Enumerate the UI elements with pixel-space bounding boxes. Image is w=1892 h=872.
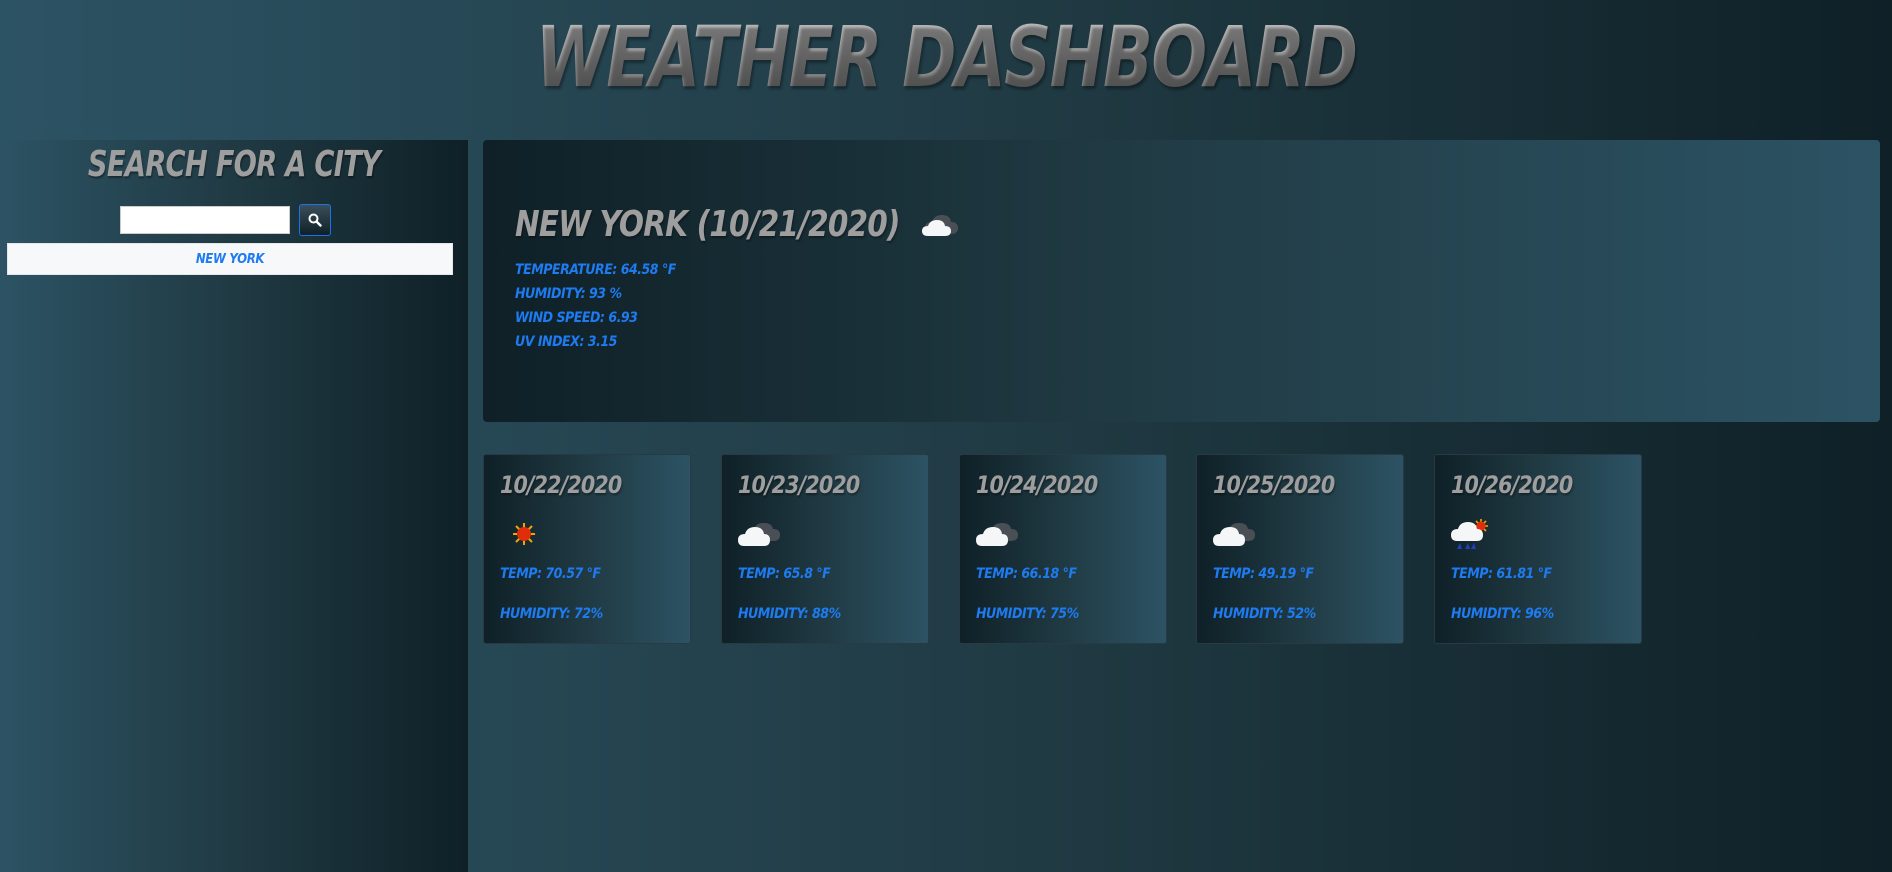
- cloud-icon: [976, 523, 1018, 546]
- current-humidity: Humidity: 93 %: [515, 286, 622, 302]
- current-city-name: New York: [515, 204, 688, 245]
- current-temperature: Temperature: 64.58 °F: [515, 262, 676, 278]
- current-wind-speed: Wind Speed: 6.93: [515, 310, 638, 326]
- forecast-card: 10/24/2020 Temp: 66.18 °F Humidity: 75%: [959, 454, 1167, 644]
- search-button[interactable]: [299, 204, 331, 236]
- forecast-humidity: Humidity: 88%: [738, 606, 841, 622]
- forecast-date: 10/25/2020: [1213, 471, 1335, 499]
- forecast-humidity: Humidity: 72%: [500, 606, 603, 622]
- city-search-input[interactable]: [120, 206, 290, 234]
- forecast-temp: Temp: 70.57 °F: [500, 566, 601, 582]
- sun-icon: [513, 523, 535, 545]
- current-weather-panel: New York (10/21/2020) Temperature: 64.58…: [483, 140, 1880, 422]
- cloud-icon: [738, 523, 780, 546]
- forecast-card: 10/22/2020 Temp: 70.57 °F Humidity: 72%: [483, 454, 691, 644]
- sidebar: Search for a city New York: [0, 140, 468, 872]
- forecast-humidity: Humidity: 52%: [1213, 606, 1316, 622]
- forecast-temp: Temp: 65.8 °F: [738, 566, 831, 582]
- forecast-humidity: Humidity: 75%: [976, 606, 1079, 622]
- page-title: Weather Dashboard: [208, 8, 1684, 106]
- forecast-temp: Temp: 49.19 °F: [1213, 566, 1314, 582]
- search-icon: [308, 213, 322, 227]
- history-item-new-york[interactable]: New York: [7, 243, 453, 275]
- cloud-icon: [922, 214, 959, 236]
- current-uv-index: UV Index: 3.15: [515, 334, 617, 350]
- forecast-date: 10/26/2020: [1451, 471, 1573, 499]
- forecast-date: 10/22/2020: [500, 471, 622, 499]
- forecast-date: 10/24/2020: [976, 471, 1098, 499]
- forecast-temp: Temp: 66.18 °F: [976, 566, 1077, 582]
- forecast-date: 10/23/2020: [738, 471, 860, 499]
- current-city-title: New York (10/21/2020): [515, 204, 900, 245]
- current-date: (10/21/2020): [696, 204, 901, 245]
- forecast-humidity: Humidity: 96%: [1451, 606, 1554, 622]
- forecast-card: 10/26/2020 Temp: 61.81 °F Humidity: 96%: [1434, 454, 1642, 644]
- rain-sun-icon: [1451, 519, 1488, 549]
- cloud-icon: [1213, 523, 1255, 546]
- forecast-temp: Temp: 61.81 °F: [1451, 566, 1552, 582]
- forecast-card: 10/25/2020 Temp: 49.19 °F Humidity: 52%: [1196, 454, 1404, 644]
- forecast-card: 10/23/2020 Temp: 65.8 °F Humidity: 88%: [721, 454, 929, 644]
- search-heading: Search for a city: [87, 144, 381, 185]
